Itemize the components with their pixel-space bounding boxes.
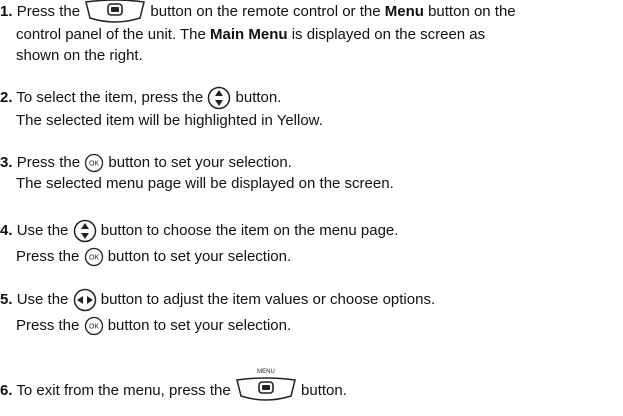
step-text: Press the (16, 248, 80, 265)
menu-button-icon (84, 0, 146, 24)
ok-button-icon: OK (84, 153, 104, 173)
step-text: Use the (16, 221, 69, 239)
step-number: 2. (0, 88, 13, 106)
step-text: button to adjust the item values or choo… (100, 290, 436, 308)
step-1: 1. Press the button on the remote contro… (0, 0, 516, 66)
step-text: button to set your selection. (107, 248, 292, 265)
step-number: 6. (0, 382, 13, 399)
step-text: Use the (16, 290, 69, 308)
ok-button-icon: OK (84, 247, 104, 267)
step-text: button to choose the item on the menu pa… (100, 221, 399, 239)
step-number: 4. (0, 221, 13, 239)
up-down-button-icon (207, 86, 231, 110)
step-5: 5. Use the button to adjust the item val… (0, 288, 435, 336)
ok-button-icon: OK (84, 316, 104, 336)
step-text: Press the (16, 317, 80, 334)
step-text: is displayed on the screen as (291, 26, 486, 43)
main-menu-word: Main Menu (210, 26, 288, 43)
ok-label: OK (89, 161, 99, 168)
step-text: To exit from the menu, press the (16, 382, 231, 399)
step-number: 5. (0, 290, 13, 308)
step-text: Press the (16, 154, 81, 171)
step-2: 2. To select the item, press the button.… (0, 86, 323, 131)
step-text: control panel of the unit. The (16, 26, 206, 43)
ok-label: OK (88, 324, 98, 331)
step-text: button on the remote control or the (150, 2, 381, 20)
step-text: button. (235, 88, 282, 106)
step-4: 4. Use the button to choose the item on … (0, 219, 398, 267)
step-text: The selected menu page will be displayed… (16, 175, 394, 193)
up-down-button-icon (73, 219, 97, 243)
step-text: button to set your selection. (108, 154, 292, 171)
step-6: 6. To exit from the menu, press the MENU… (0, 369, 347, 402)
step-number: 1. (0, 2, 13, 20)
step-text: button. (301, 382, 347, 399)
step-text: button to set your selection. (107, 317, 292, 334)
menu-word: Menu (384, 2, 424, 20)
left-right-button-icon (73, 288, 97, 312)
step-text: shown on the right. (16, 47, 143, 64)
menu-button-icon: MENU (235, 366, 297, 402)
instruction-page: 1. Press the button on the remote contro… (0, 0, 623, 416)
step-number: 3. (0, 154, 13, 171)
step-text: button on the (428, 2, 516, 20)
step-text: To select the item, press the (16, 88, 204, 106)
step-text: Press the (16, 2, 81, 20)
ok-label: OK (88, 255, 98, 262)
menu-label: MENU (257, 369, 275, 375)
step-text: The selected item will be highlighted in… (16, 112, 323, 129)
step-3: 3. Press the OK button to set your selec… (0, 152, 394, 194)
